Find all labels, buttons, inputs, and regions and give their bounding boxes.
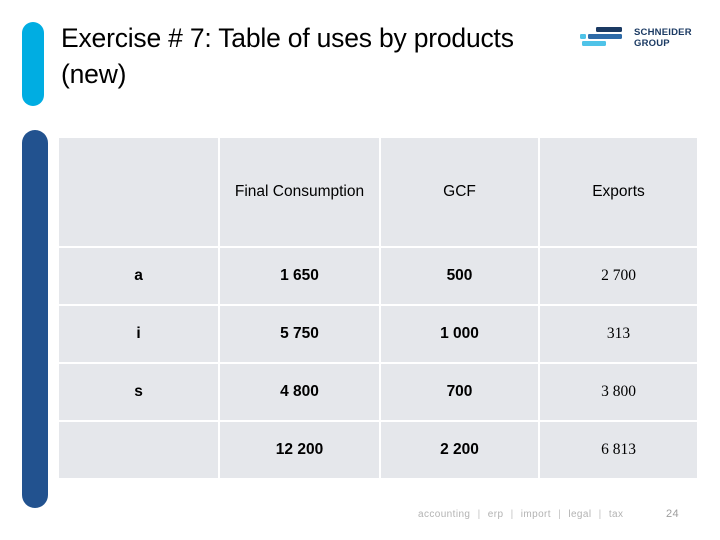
accent-bar-cyan bbox=[22, 22, 44, 106]
row-label bbox=[59, 422, 218, 478]
page-title: Exercise # 7: Table of uses by products … bbox=[61, 23, 514, 89]
footer-item-erp: erp bbox=[487, 509, 504, 520]
cell-final-consumption: 1 650 bbox=[220, 248, 379, 304]
cell-final-consumption: 12 200 bbox=[220, 422, 379, 478]
footer-separator: | bbox=[558, 509, 562, 520]
uses-table-container: Final Consumption GCF Exports a 1 650 50… bbox=[57, 136, 697, 480]
logo-line-1: SCHNEIDER bbox=[634, 27, 692, 38]
row-label: i bbox=[59, 306, 218, 362]
slide: Exercise # 7: Table of uses by products … bbox=[0, 0, 720, 540]
row-label: s bbox=[59, 364, 218, 420]
page-number: 24 bbox=[665, 508, 679, 520]
header-cell-corner bbox=[59, 138, 218, 246]
footer-service-list: accounting | erp | import | legal | tax bbox=[418, 509, 623, 520]
cell-exports: 3 800 bbox=[540, 364, 697, 420]
cell-gcf: 700 bbox=[381, 364, 538, 420]
uses-table: Final Consumption GCF Exports a 1 650 50… bbox=[57, 136, 699, 480]
table-row: s 4 800 700 3 800 bbox=[59, 364, 697, 420]
table-row: a 1 650 500 2 700 bbox=[59, 248, 697, 304]
header-cell-final-consumption: Final Consumption bbox=[220, 138, 379, 246]
logo-line-2: GROUP bbox=[634, 38, 670, 49]
slide-footer: accounting | erp | import | legal | tax … bbox=[418, 508, 693, 524]
footer-item-tax: tax bbox=[608, 509, 624, 520]
cell-exports: 6 813 bbox=[540, 422, 697, 478]
cell-exports: 2 700 bbox=[540, 248, 697, 304]
cell-gcf: 2 200 bbox=[381, 422, 538, 478]
cell-gcf: 1 000 bbox=[381, 306, 538, 362]
table-row: i 5 750 1 000 313 bbox=[59, 306, 697, 362]
header-cell-gcf: GCF bbox=[381, 138, 538, 246]
footer-item-accounting: accounting bbox=[418, 509, 471, 520]
logo-wordmark: SCHNEIDER GROUP bbox=[634, 27, 692, 49]
footer-item-import: import bbox=[520, 509, 551, 520]
table-row-total: 12 200 2 200 6 813 bbox=[59, 422, 697, 478]
footer-item-legal: legal bbox=[568, 509, 592, 520]
cell-exports: 313 bbox=[540, 306, 697, 362]
schneider-group-logo: SCHNEIDER GROUP bbox=[578, 24, 692, 54]
logo-mark-icon bbox=[580, 27, 622, 46]
cell-final-consumption: 5 750 bbox=[220, 306, 379, 362]
footer-separator: | bbox=[477, 509, 481, 520]
cell-final-consumption: 4 800 bbox=[220, 364, 379, 420]
header-cell-exports: Exports bbox=[540, 138, 697, 246]
row-label: a bbox=[59, 248, 218, 304]
accent-bar-navy bbox=[22, 130, 48, 508]
table-header-row: Final Consumption GCF Exports bbox=[59, 138, 697, 246]
cell-gcf: 500 bbox=[381, 248, 538, 304]
footer-separator: | bbox=[598, 509, 602, 520]
footer-separator: | bbox=[510, 509, 514, 520]
